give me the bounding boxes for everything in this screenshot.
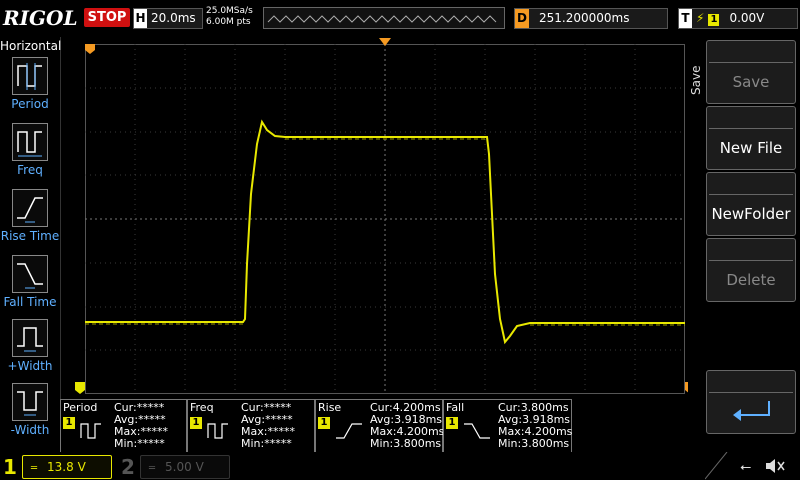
timebase-tag: H (134, 9, 147, 28)
rise-time-icon (12, 189, 48, 227)
measurement-channel: 1 (446, 417, 458, 429)
measurement-min: Min:3.800ms (498, 437, 570, 450)
measurement-values: Cur:***** Avg:***** Max:***** Min:***** (114, 402, 168, 450)
fall-time-icon (12, 255, 48, 293)
channel-2-number[interactable]: 2 (121, 455, 135, 479)
measurement-values: Cur:3.800ms Avg:3.918ms Max:4.200ms Min:… (498, 402, 572, 450)
waveform-display[interactable] (75, 38, 695, 394)
return-arrow-icon (733, 401, 770, 421)
measure-positive-width-button[interactable]: +Width (0, 319, 60, 383)
mute-icon (766, 459, 785, 473)
save-button-label: Save (709, 62, 793, 101)
new-file-button[interactable]: New File (706, 106, 796, 170)
trigger-level-marker-icon[interactable] (85, 44, 97, 56)
return-button[interactable] (706, 370, 796, 434)
measure-period-button[interactable]: Period (0, 57, 60, 121)
acquisition-info: 25.0MSa/s 6.00M pts (206, 6, 253, 28)
measurement-name: Period (63, 401, 98, 414)
delete-button-label: Delete (709, 260, 793, 299)
measurement-channel: 1 (318, 417, 330, 429)
save-menu-tab: Save (689, 65, 703, 95)
measurement-channel: 1 (63, 417, 75, 429)
usb-icon: ⭠ (740, 459, 752, 475)
measurement-min: Min:***** (114, 437, 165, 450)
frequency-icon (12, 123, 48, 161)
save-button[interactable]: Save (706, 40, 796, 104)
return-button-face (709, 392, 793, 431)
measurement-min: Min:3.800ms (370, 437, 442, 450)
positive-width-icon (12, 319, 48, 357)
measurement-name: Fall (446, 401, 465, 414)
memory-depth: 6.00M pts (206, 17, 251, 27)
measurement-name: Freq (190, 401, 214, 414)
brand-logo: RIGOL (3, 6, 78, 30)
channel-1-number[interactable]: 1 (3, 455, 17, 479)
measure-freq-button[interactable]: Freq (0, 123, 60, 187)
timebase-display[interactable]: H 20.0ms (133, 8, 203, 29)
menu-item-label: Freq (17, 163, 43, 177)
trigger-level: 0.00V (729, 11, 765, 25)
measure-fall-time-button[interactable]: Fall Time (0, 255, 60, 319)
delay-tag: D (515, 9, 529, 28)
new-folder-button-label: NewFolder (709, 194, 793, 233)
top-status-bar: RIGOL STOP H 20.0ms 25.0MSa/s 6.00M pts D… (0, 0, 800, 37)
trigger-display[interactable]: T ⚡ 1 0.00V (678, 8, 798, 29)
menu-item-label: -Width (10, 423, 50, 437)
memory-overview-strip (263, 7, 505, 29)
menu-item-label: Rise Time (0, 229, 60, 243)
timebase-value: 20.0ms (151, 11, 196, 25)
trigger-source: 1 (708, 14, 720, 26)
channel-2-scale-box[interactable]: ═ 5.00 V (140, 455, 230, 479)
waveform-graticule (85, 44, 685, 394)
measure-negative-width-button[interactable]: -Width (0, 383, 60, 447)
horizontal-measure-menu: Horizontal Period Freq Rise Time Fall Ti… (0, 37, 61, 449)
measurement-freq[interactable]: Freq 1 Cur:***** Avg:***** Max:***** Min… (187, 399, 315, 453)
period-icon (80, 423, 101, 439)
dc-coupling-icon: ═ (149, 463, 156, 474)
measurement-values: Cur:***** Avg:***** Max:***** Min:***** (241, 402, 295, 450)
channel-1-scale-box[interactable]: ═ 13.8 V (22, 455, 112, 479)
menu-item-label: +Width (7, 359, 53, 373)
period-icon (12, 57, 48, 95)
measurement-rise[interactable]: Rise 1 Cur:4.200ms Avg:3.918ms Max:4.200… (315, 399, 444, 453)
channel-1-ground-marker-icon[interactable] (75, 382, 87, 396)
delay-value: 251.200000ms (539, 11, 630, 25)
measurement-min: Min:***** (241, 437, 292, 450)
channel-1-scale: 13.8 V (47, 460, 86, 474)
rise-time-icon (336, 423, 362, 439)
trigger-position-marker-icon[interactable] (379, 38, 391, 48)
new-file-button-label: New File (709, 128, 793, 167)
negative-width-icon (12, 383, 48, 421)
dc-coupling-icon: ═ (31, 463, 38, 474)
menu-item-label: Fall Time (3, 295, 57, 309)
delay-display[interactable]: D 251.200000ms (514, 8, 668, 29)
channel-status-bar (0, 452, 800, 480)
softkey-divider-icon (705, 452, 728, 480)
run-stop-indicator[interactable]: STOP (84, 8, 130, 27)
memory-waveform-icon (267, 15, 497, 23)
measurement-values: Cur:4.200ms Avg:3.918ms Max:4.200ms Min:… (370, 402, 444, 450)
channel-2-scale: 5.00 V (165, 460, 204, 474)
measurement-fall[interactable]: Fall 1 Cur:3.800ms Avg:3.918ms Max:4.200… (443, 399, 572, 453)
fall-time-icon (464, 423, 490, 439)
measurement-channel: 1 (190, 417, 202, 429)
menu-title: Horizontal (0, 39, 62, 53)
trigger-tag: T (679, 9, 692, 28)
measurement-period[interactable]: Period 1 Cur:***** Avg:***** Max:***** M… (60, 399, 187, 453)
measurement-name: Rise (318, 401, 342, 414)
trigger-edge-icon: ⚡ (696, 11, 705, 25)
sample-rate: 25.0MSa/s (206, 6, 253, 16)
measure-rise-time-button[interactable]: Rise Time (0, 189, 60, 253)
new-folder-button[interactable]: NewFolder (706, 172, 796, 236)
frequency-icon (207, 423, 228, 439)
delete-button[interactable]: Delete (706, 238, 796, 302)
menu-item-label: Period (11, 97, 49, 111)
